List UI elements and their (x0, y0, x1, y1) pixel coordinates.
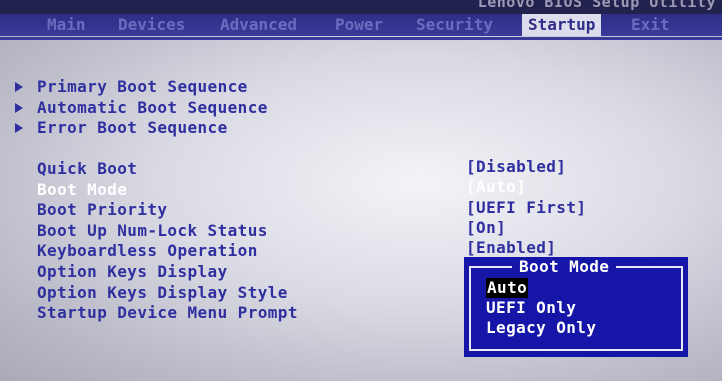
submenu-arrow-icon (15, 82, 23, 92)
tab-main[interactable]: Main (47, 14, 86, 36)
tab-startup[interactable]: Startup (522, 14, 602, 36)
setting-boot-priority[interactable]: Boot Priority (37, 200, 167, 219)
setting-quick-boot[interactable]: Quick Boot (37, 159, 137, 178)
submenu-primary-boot-sequence[interactable]: Primary Boot Sequence (37, 77, 248, 96)
option-legacy-only[interactable]: Legacy Only (486, 318, 596, 338)
setting-boot-mode[interactable]: Boot Mode (37, 180, 127, 199)
setting-keyboardless-operation[interactable]: Keyboardless Operation (37, 241, 258, 260)
tab-power[interactable]: Power (335, 14, 383, 36)
title-strip: Lenovo BIOS Setup Utility (0, 0, 722, 14)
submenu-error-boot-sequence[interactable]: Error Boot Sequence (37, 118, 228, 137)
boot-mode-popup: Boot Mode Auto UEFI Only Legacy Only (464, 257, 688, 357)
tab-advanced[interactable]: Advanced (220, 14, 297, 36)
utility-title: Lenovo BIOS Setup Utility (477, 0, 716, 11)
setting-option-keys-display-style[interactable]: Option Keys Display Style (37, 283, 288, 302)
option-uefi-only[interactable]: UEFI Only (486, 298, 576, 318)
tab-devices[interactable]: Devices (118, 14, 185, 36)
submenu-arrow-icon (15, 103, 23, 113)
menu-bar: Main Devices Advanced Power Security Sta… (0, 14, 722, 36)
setting-startup-device-menu-prompt[interactable]: Startup Device Menu Prompt (37, 303, 298, 322)
value-quick-boot[interactable]: [Disabled] (466, 157, 566, 176)
submenu-automatic-boot-sequence[interactable]: Automatic Boot Sequence (37, 98, 268, 117)
tab-exit[interactable]: Exit (631, 14, 670, 36)
value-boot-mode[interactable]: [Auto] (466, 177, 526, 196)
submenu-arrow-icon (15, 123, 23, 133)
value-boot-priority[interactable]: [UEFI First] (466, 198, 586, 217)
setting-num-lock-status[interactable]: Boot Up Num-Lock Status (37, 221, 268, 240)
tab-security[interactable]: Security (416, 14, 493, 36)
value-keyboardless-operation[interactable]: [Enabled] (466, 238, 556, 257)
value-num-lock-status[interactable]: [On] (466, 218, 506, 237)
option-auto[interactable]: Auto (486, 278, 529, 298)
bios-screen: Lenovo BIOS Setup Utility Main Devices A… (0, 0, 722, 381)
popup-title: Boot Mode (512, 257, 617, 276)
menu-divider (0, 37, 722, 40)
setting-option-keys-display[interactable]: Option Keys Display (37, 262, 228, 281)
